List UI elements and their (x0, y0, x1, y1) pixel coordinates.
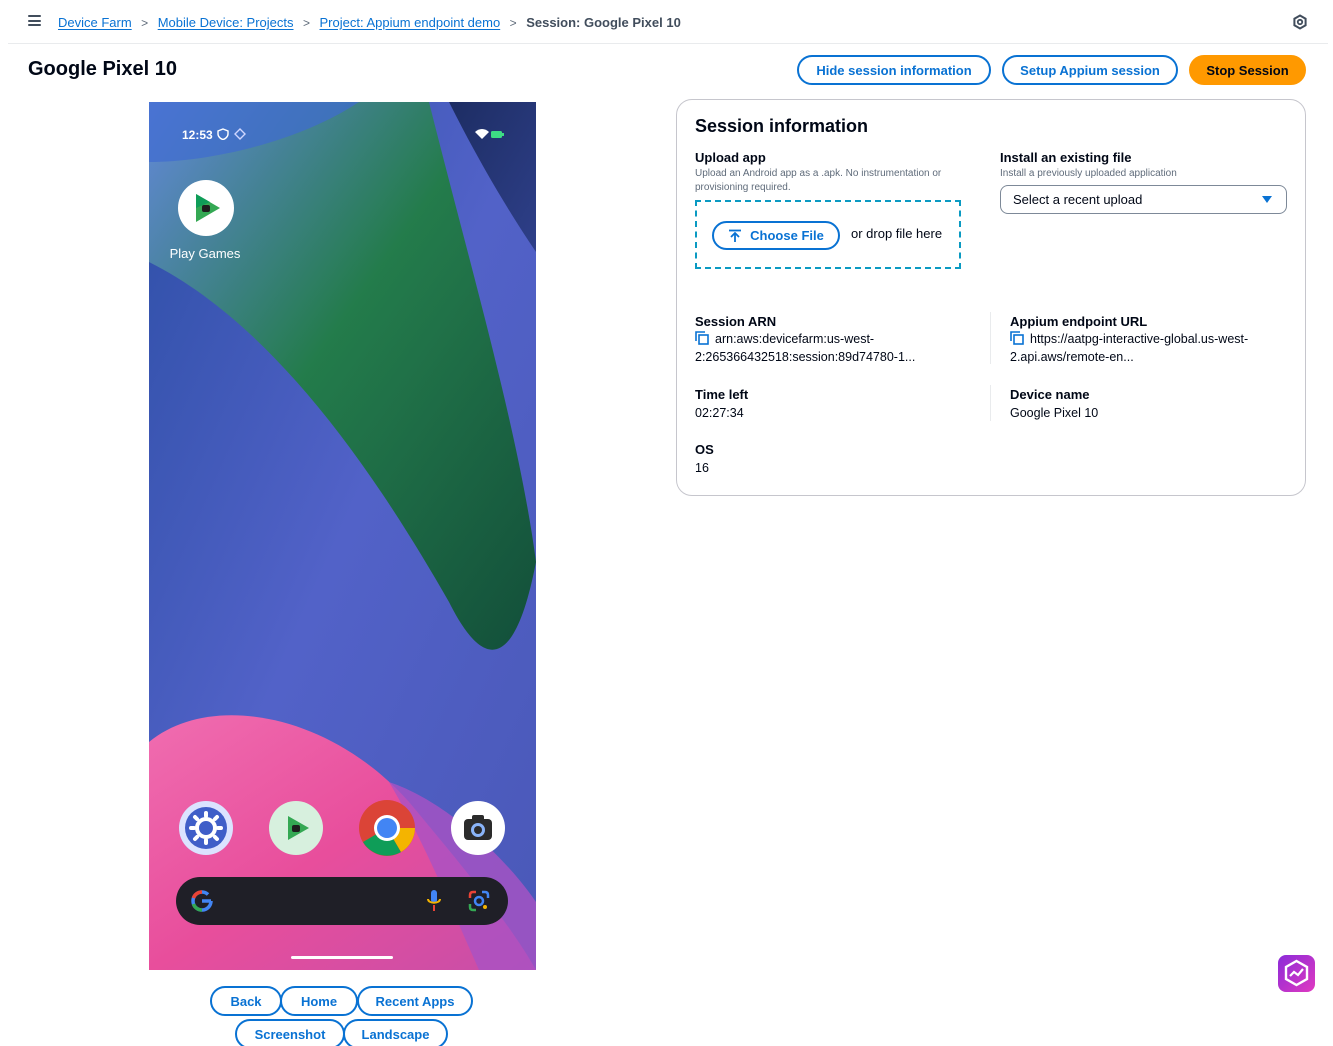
copy-icon[interactable] (695, 331, 709, 345)
hide-session-information-button[interactable]: Hide session information (797, 55, 991, 85)
recent-apps-button[interactable]: Recent Apps (357, 986, 473, 1016)
appium-endpoint-line2: 2.api.aws/remote-en... (1010, 350, 1134, 364)
screenshot-button[interactable]: Screenshot (235, 1019, 345, 1046)
camera-icon[interactable] (450, 800, 506, 856)
os-label: OS (695, 442, 714, 457)
feedback-widget-icon[interactable] (1278, 955, 1315, 992)
vpn-icon (217, 128, 246, 141)
device-name-value: Google Pixel 10 (1010, 406, 1099, 420)
setup-appium-session-button[interactable]: Setup Appium session (1002, 55, 1178, 85)
session-arn-line2: 2:265366432518:session:89d74780-1... (695, 350, 916, 364)
wifi-battery-icon (475, 129, 504, 139)
session-arn-value: arn:aws:devicefarm:us-west- 2:2653664325… (695, 330, 915, 366)
column-divider (990, 312, 991, 364)
home-gesture-bar[interactable] (291, 956, 393, 959)
status-time: 12:53 (182, 128, 213, 142)
play-games-dock-icon[interactable] (268, 800, 324, 856)
appium-endpoint-label: Appium endpoint URL (1010, 314, 1148, 329)
landscape-button[interactable]: Landscape (343, 1019, 448, 1046)
session-information-title: Session information (695, 116, 869, 136)
settings-icon[interactable] (1292, 14, 1308, 30)
chevron-right-icon: > (303, 15, 311, 30)
app-label-play-games: Play Games (169, 246, 241, 261)
appium-endpoint-value: https://aatpg-interactive-global.us-west… (1010, 330, 1248, 366)
breadcrumb-project[interactable]: Project: Appium endpoint demo (320, 15, 501, 30)
chevron-right-icon: > (509, 15, 517, 30)
status-notification-icons (217, 128, 247, 143)
session-information-panel: Session information Upload app Upload an… (676, 99, 1306, 496)
upload-app-label: Upload app (695, 150, 766, 165)
recent-upload-select[interactable]: Select a recent upload (1000, 185, 1287, 214)
copy-icon[interactable] (1010, 331, 1024, 345)
settings-app-icon[interactable] (178, 800, 234, 856)
install-existing-file-label: Install an existing file (1000, 150, 1132, 165)
column-divider (990, 385, 991, 421)
install-existing-file-description: Install a previously uploaded applicatio… (1000, 168, 1177, 179)
chart-bubble-icon (1284, 959, 1309, 987)
upload-app-description: Upload an Android app as a .apk. No inst… (695, 168, 942, 193)
appium-endpoint-line1: https://aatpg-interactive-global.us-west… (1030, 332, 1249, 346)
choose-file-button[interactable]: Choose File (712, 221, 840, 250)
breadcrumb-current: Session: Google Pixel 10 (526, 15, 681, 30)
breadcrumb: Device Farm > Mobile Device: Projects > … (58, 15, 681, 30)
chevron-right-icon: > (141, 15, 149, 30)
choose-file-label: Choose File (750, 228, 824, 243)
page-title: Google Pixel 10 (28, 58, 177, 80)
stop-session-button[interactable]: Stop Session (1189, 55, 1306, 85)
recent-upload-select-value: Select a recent upload (1013, 192, 1143, 207)
google-search-bar[interactable] (176, 877, 508, 925)
session-arn-label: Session ARN (695, 314, 777, 329)
time-left-value: 02:27:34 (695, 406, 744, 420)
top-navigation-bar: Device Farm > Mobile Device: Projects > … (8, 0, 1328, 44)
drop-file-text: or drop file here (851, 226, 943, 241)
play-games-icon[interactable] (177, 179, 235, 237)
os-value: 16 (695, 461, 709, 475)
google-lens-icon[interactable] (468, 890, 490, 912)
home-button[interactable]: Home (280, 986, 358, 1016)
time-left-label: Time left (695, 387, 749, 402)
file-dropzone[interactable]: Choose File or drop file here (695, 200, 961, 269)
breadcrumb-device-farm[interactable]: Device Farm (58, 15, 132, 30)
caret-down-icon (1262, 196, 1272, 203)
microphone-icon[interactable] (426, 889, 442, 913)
back-button[interactable]: Back (210, 986, 282, 1016)
breadcrumb-mobile-device-projects[interactable]: Mobile Device: Projects (158, 15, 294, 30)
status-system-icons (474, 127, 504, 145)
device-name-label: Device name (1010, 387, 1090, 402)
google-g-icon (191, 890, 213, 912)
session-arn-line1: arn:aws:devicefarm:us-west- (715, 332, 875, 346)
chrome-icon[interactable] (358, 799, 416, 857)
upload-icon (729, 229, 742, 242)
menu-icon[interactable] (28, 15, 41, 26)
device-screen[interactable]: 12:53 Play Games (149, 102, 536, 970)
